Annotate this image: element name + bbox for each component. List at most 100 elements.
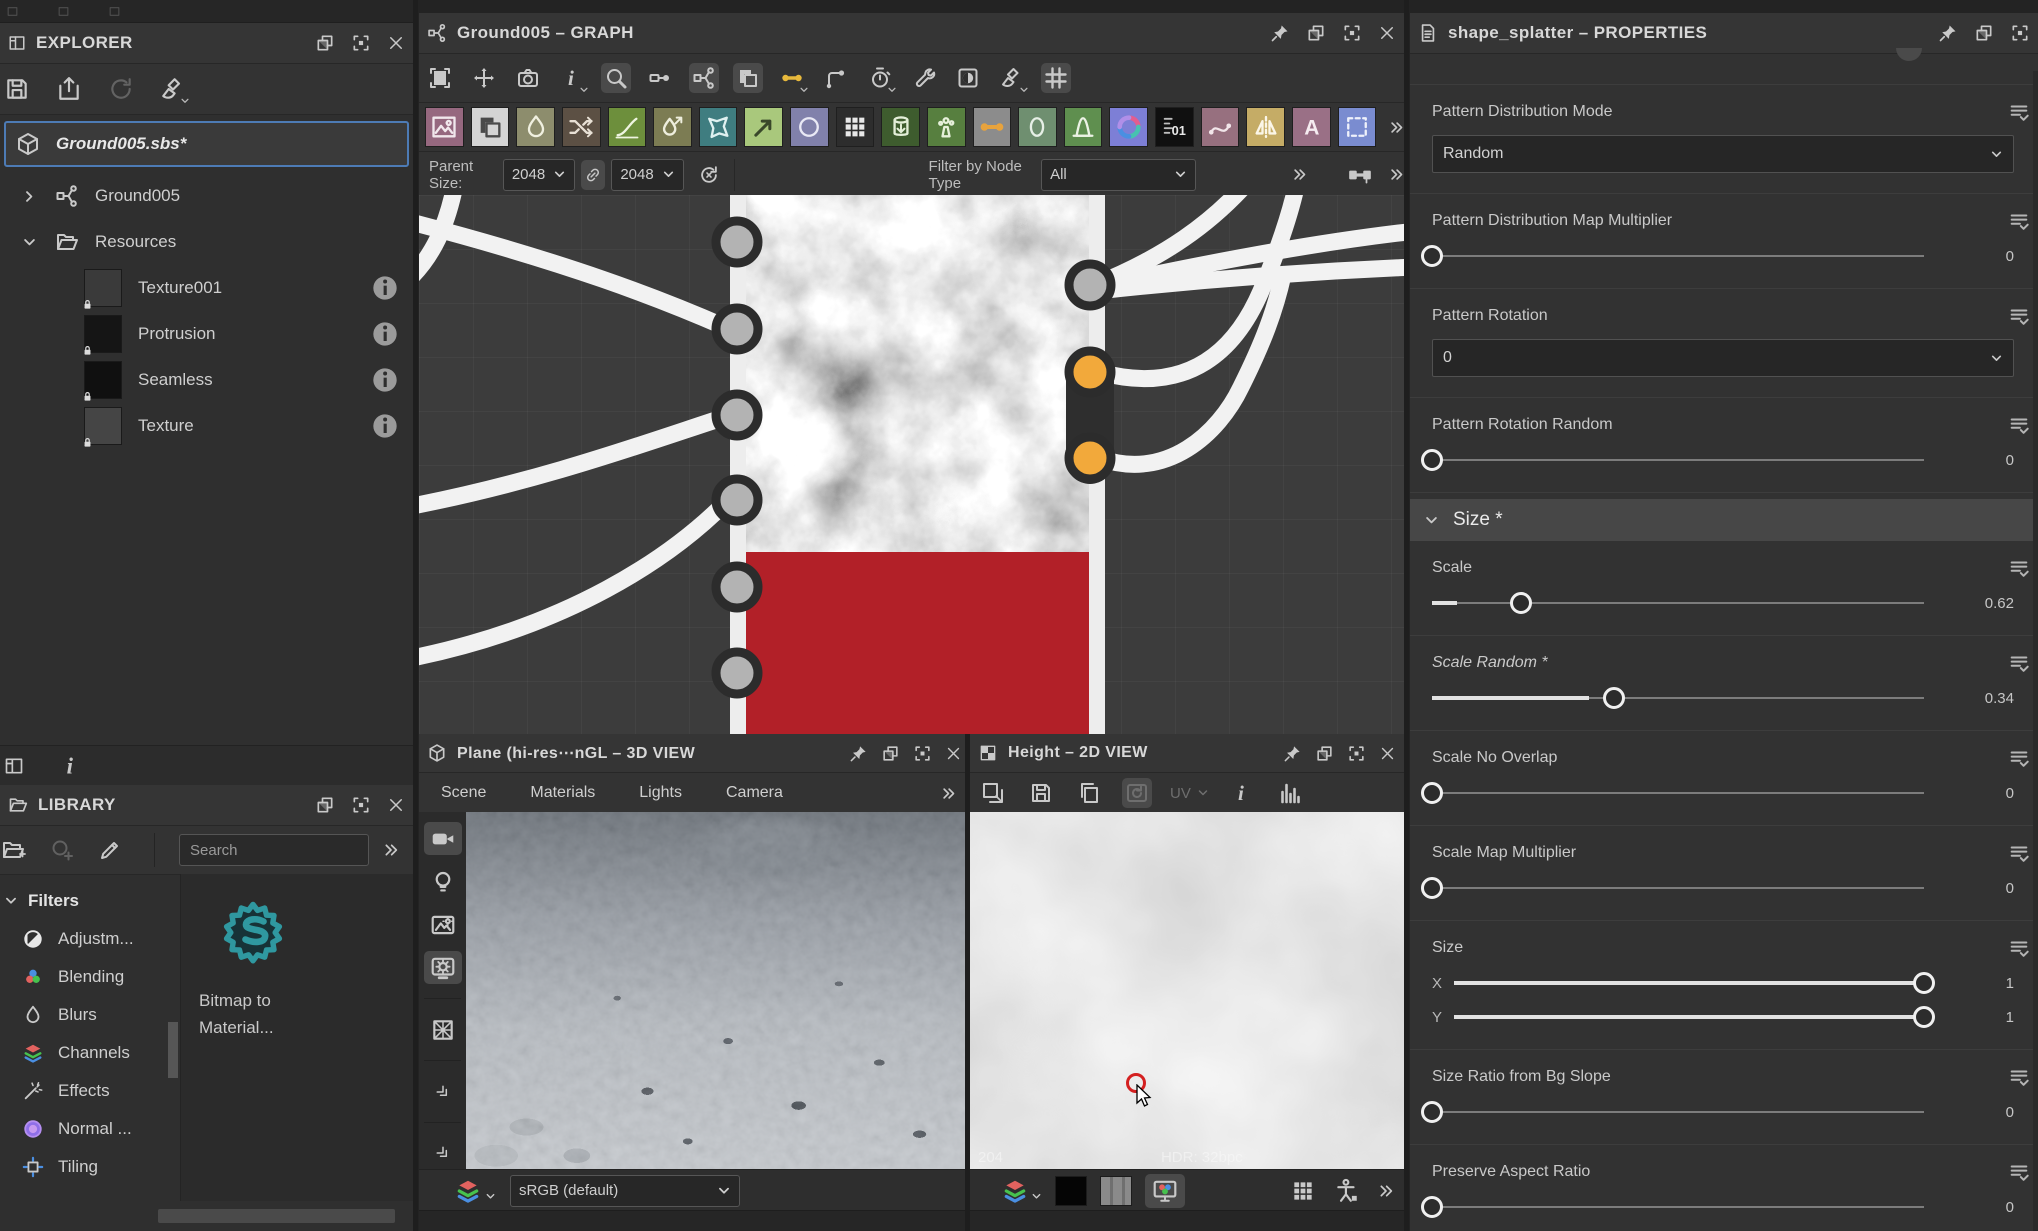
pin-icon[interactable] (1270, 23, 1290, 43)
more-chevrons-icon[interactable] (1292, 167, 1307, 182)
menu-lights[interactable]: Lights (639, 784, 682, 802)
parameter-menu-icon[interactable] (2008, 652, 2030, 674)
timer-button[interactable] (865, 63, 895, 93)
library-filter-blurs[interactable]: Blurs (0, 996, 180, 1034)
info-italic-button[interactable]: i (557, 63, 587, 93)
filter-add-icon[interactable] (50, 838, 74, 862)
export-button[interactable] (54, 74, 84, 104)
transform-button[interactable] (469, 63, 499, 93)
link-sizes-button[interactable] (581, 160, 605, 190)
close-icon[interactable] (387, 796, 405, 814)
parameter-slider[interactable] (1432, 244, 1924, 268)
parameter-slider[interactable] (1454, 1005, 1924, 1029)
dumbbell-button[interactable] (777, 63, 807, 93)
parameter-menu-icon[interactable] (2008, 1161, 2030, 1183)
tree-item-texture001[interactable]: Texture001 (0, 265, 413, 311)
pin-icon[interactable] (849, 744, 868, 763)
info-italic-button[interactable]: i (1227, 778, 1257, 808)
view2d-viewport[interactable]: 204 HDR: 32bpc (970, 812, 1404, 1170)
node-tile-distort[interactable] (699, 107, 738, 147)
node-tile-dumbbell[interactable] (973, 107, 1012, 147)
histogram-button[interactable] (1275, 778, 1305, 808)
parent-size-height-select[interactable]: 2048 (611, 159, 683, 191)
frame-select-button[interactable] (425, 63, 455, 93)
maximize-icon[interactable] (351, 33, 371, 53)
param-dropdown[interactable]: Random (1432, 135, 2014, 173)
library-item-bitmap-to-material[interactable]: Bitmap to Material... (199, 896, 349, 1041)
parameter-menu-icon[interactable] (2008, 557, 2030, 579)
more-chevrons-icon[interactable] (383, 842, 399, 858)
node-tile-grid9[interactable] (836, 107, 875, 147)
parameter-menu-icon[interactable] (2008, 842, 2030, 864)
chevrons-button[interactable] (424, 1075, 462, 1108)
node-tile-spline[interactable] (1201, 107, 1240, 147)
node-link-pair-icon[interactable] (1347, 162, 1373, 188)
filter-list-scrollbar[interactable] (168, 1022, 178, 1078)
node-tile-dashed-select[interactable] (1338, 107, 1377, 147)
search-button[interactable] (601, 63, 631, 93)
more-chevrons-icon[interactable] (1389, 167, 1404, 182)
menu-camera[interactable]: Camera (726, 784, 783, 802)
layers-button[interactable] (733, 63, 763, 93)
info-icon[interactable] (371, 320, 399, 348)
close-icon[interactable] (1379, 745, 1396, 762)
background-black-swatch[interactable] (1055, 1176, 1087, 1206)
info-icon[interactable] (371, 366, 399, 394)
parameter-slider[interactable] (1432, 1100, 1924, 1124)
node-tile-droplet[interactable] (516, 107, 555, 147)
node-tile-image[interactable] (425, 107, 464, 147)
save-button[interactable] (2, 74, 32, 104)
parameter-menu-icon[interactable] (2008, 1066, 2030, 1088)
pencil-icon[interactable] (98, 838, 122, 862)
float-window-icon[interactable] (1315, 744, 1334, 763)
video-camera-button[interactable] (424, 822, 462, 855)
camera-button[interactable] (513, 63, 543, 93)
node-tile-curve[interactable] (608, 107, 647, 147)
float-window-icon[interactable] (1306, 23, 1326, 43)
monitor-rgb-button[interactable] (1145, 1174, 1185, 1208)
node-tile-text-a[interactable]: A (1292, 107, 1331, 147)
clean-button[interactable] (158, 74, 188, 104)
copy-button[interactable] (1074, 778, 1104, 808)
parameter-menu-icon[interactable] (2008, 305, 2030, 327)
tree-item-resources[interactable]: Resources (0, 219, 413, 265)
maximize-icon[interactable] (1347, 744, 1366, 763)
param-input[interactable]: 0 (1432, 339, 2014, 377)
parameter-slider[interactable] (1432, 686, 1924, 710)
node-tile-color-wheel[interactable] (1109, 107, 1148, 147)
new-window-button[interactable] (978, 778, 1008, 808)
background-striped-swatch[interactable] (1100, 1176, 1132, 1206)
tree-item-ground005[interactable]: Ground005 (0, 173, 413, 219)
parent-size-width-select[interactable]: 2048 (503, 159, 575, 191)
panel-split-icon[interactable] (4, 756, 24, 776)
info-italic-icon[interactable]: i (58, 753, 84, 779)
refresh-image-button[interactable] (1122, 778, 1152, 808)
reset-size-icon[interactable] (698, 164, 720, 186)
float-window-icon[interactable] (315, 795, 335, 815)
section-size[interactable]: Size * (1410, 499, 2038, 541)
parameter-slider[interactable] (1432, 781, 1924, 805)
library-filter-adjustm-[interactable]: Adjustm... (0, 920, 180, 958)
parameter-slider[interactable] (1432, 591, 1924, 615)
library-filter-blending[interactable]: Blending (0, 958, 180, 996)
parameter-menu-icon[interactable] (2008, 937, 2030, 959)
parameter-menu-icon[interactable] (2008, 101, 2030, 123)
chevrons-button[interactable] (424, 1137, 462, 1170)
maximize-icon[interactable] (351, 795, 371, 815)
grid-frame-button[interactable] (1041, 63, 1071, 93)
wrench-button[interactable] (909, 63, 939, 93)
node-tile-arrow-up[interactable] (744, 107, 783, 147)
pin-icon[interactable] (1938, 23, 1958, 43)
tree-item-seamless[interactable]: Seamless (0, 357, 413, 403)
channels-layers-icon[interactable] (455, 1178, 481, 1204)
library-filter-tiling[interactable]: Tiling (0, 1148, 180, 1186)
node-tile-bitmap01[interactable]: 01 (1155, 107, 1194, 147)
folder-add-icon[interactable] (2, 838, 26, 862)
menu-materials[interactable]: Materials (530, 784, 595, 802)
float-window-icon[interactable] (315, 33, 335, 53)
clean-button[interactable] (997, 63, 1027, 93)
library-filters-root[interactable]: Filters (0, 882, 180, 920)
info-icon[interactable] (371, 412, 399, 440)
node-tile-peak[interactable] (1064, 107, 1103, 147)
library-filter-normal-[interactable]: Normal ... (0, 1110, 180, 1148)
